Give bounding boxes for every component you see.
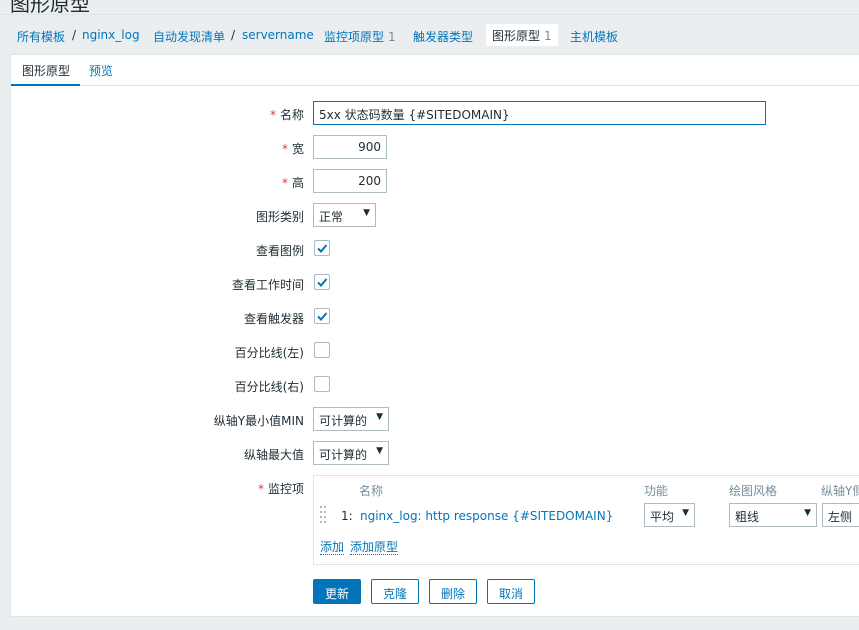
required-mark: * bbox=[257, 482, 264, 496]
show-working-time-row: 查看工作时间 bbox=[11, 271, 859, 297]
graph-type-label: 图形类别 bbox=[255, 210, 304, 224]
breadcrumb-count: 1 bbox=[544, 29, 552, 43]
width-input[interactable]: 900 bbox=[313, 135, 387, 159]
breadcrumb-graph-prototypes-label: 图形原型 bbox=[492, 29, 541, 43]
graph-type-row: 图形类别 正常 ▼ bbox=[11, 203, 859, 229]
item-function-select[interactable]: 平均 ▼ bbox=[644, 503, 695, 527]
chevron-down-icon: ▼ bbox=[682, 508, 689, 518]
height-input[interactable]: 200 bbox=[313, 169, 387, 193]
y-max-select[interactable]: 可计算的 ▼ bbox=[313, 441, 389, 465]
column-header-name: 名称 bbox=[359, 484, 384, 498]
y-min-value: 可计算的 bbox=[319, 414, 368, 428]
form-panel: 图形原型 预览 * 名称 5xx 状态码数量 {#SITEDOMAIN} * 宽 9… bbox=[10, 54, 859, 617]
width-row: * 宽 900 bbox=[11, 135, 859, 161]
height-row: * 高 200 bbox=[11, 169, 859, 195]
breadcrumb-graph-prototypes[interactable]: 图形原型 1 bbox=[486, 24, 558, 46]
check-icon bbox=[317, 244, 328, 253]
percentile-right-checkbox[interactable] bbox=[314, 376, 330, 392]
breadcrumb-host-prototypes[interactable]: 主机模板 bbox=[570, 28, 618, 45]
item-function-value: 平均 bbox=[650, 510, 675, 524]
percentile-left-label: 百分比线(左) bbox=[234, 346, 304, 360]
check-icon bbox=[317, 278, 328, 287]
height-label-text: 高 bbox=[291, 176, 304, 190]
width-label: * 宽 bbox=[282, 140, 304, 157]
item-index: 1: bbox=[341, 509, 353, 523]
add-item-link[interactable]: 添加 bbox=[320, 540, 345, 555]
chevron-down-icon: ▼ bbox=[363, 208, 370, 218]
chevron-down-icon: ▼ bbox=[376, 446, 383, 456]
item-draw-style-value: 粗线 bbox=[735, 510, 760, 524]
required-mark: * bbox=[281, 142, 288, 156]
column-header-draw-style: 绘图风格 bbox=[729, 484, 778, 498]
required-mark: * bbox=[281, 176, 288, 190]
breadcrumb-item-prototypes[interactable]: 监控项原型 1 bbox=[324, 28, 396, 45]
height-label: * 高 bbox=[282, 174, 304, 191]
y-min-row: 纵轴Y最小值MIN 可计算的 ▼ bbox=[11, 407, 859, 433]
breadcrumb-template-name[interactable]: nginx_log bbox=[82, 28, 140, 42]
name-row: * 名称 5xx 状态码数量 {#SITEDOMAIN} bbox=[11, 101, 859, 127]
breadcrumb: 所有模板 / nginx_log 自动发现清单 / servername 监控项… bbox=[0, 14, 859, 54]
item-name-link[interactable]: nginx_log: http response {#SITEDOMAIN} bbox=[360, 509, 613, 523]
percentile-right-label: 百分比线(右) bbox=[234, 380, 304, 394]
y-min-select[interactable]: 可计算的 ▼ bbox=[313, 407, 389, 431]
chevron-down-icon: ▼ bbox=[376, 412, 383, 422]
show-legend-label: 查看图例 bbox=[255, 244, 304, 258]
breadcrumb-all-templates[interactable]: 所有模板 bbox=[17, 28, 65, 45]
y-max-value: 可计算的 bbox=[319, 448, 368, 462]
name-label-text: 名称 bbox=[279, 108, 304, 122]
percentile-right-row: 百分比线(右) bbox=[11, 373, 859, 399]
breadcrumb-separator: / bbox=[231, 28, 236, 42]
show-legend-row: 查看图例 bbox=[11, 237, 859, 263]
show-working-time-label: 查看工作时间 bbox=[231, 278, 304, 292]
show-triggers-label: 查看触发器 bbox=[243, 312, 304, 326]
drag-handle-icon[interactable] bbox=[320, 506, 327, 523]
graph-type-value: 正常 bbox=[319, 210, 344, 224]
y-min-label: 纵轴Y最小值MIN bbox=[213, 414, 304, 428]
width-label-text: 宽 bbox=[291, 142, 304, 156]
y-max-row: 纵轴最大值 可计算的 ▼ bbox=[11, 441, 859, 467]
column-header-y-axis: 纵轴Y侧 bbox=[821, 484, 859, 498]
show-legend-checkbox[interactable] bbox=[314, 240, 330, 256]
item-draw-style-select[interactable]: 粗线 ▼ bbox=[729, 503, 817, 527]
breadcrumb-discovery-rule[interactable]: servername bbox=[242, 28, 314, 42]
show-triggers-row: 查看触发器 bbox=[11, 305, 859, 331]
show-triggers-checkbox[interactable] bbox=[314, 308, 330, 324]
tab-preview[interactable]: 预览 bbox=[89, 62, 113, 79]
show-working-time-checkbox[interactable] bbox=[314, 274, 330, 290]
required-mark: * bbox=[269, 108, 276, 122]
breadcrumb-trigger-prototypes[interactable]: 触发器类型 bbox=[413, 28, 473, 45]
name-input[interactable]: 5xx 状态码数量 {#SITEDOMAIN} bbox=[313, 101, 766, 125]
breadcrumb-item-prototypes-label: 监控项原型 bbox=[324, 30, 385, 44]
item-y-axis-select[interactable]: 左侧 bbox=[822, 503, 859, 527]
percentile-left-row: 百分比线(左) bbox=[11, 339, 859, 365]
column-header-function: 功能 bbox=[644, 484, 669, 498]
y-max-label: 纵轴最大值 bbox=[243, 448, 304, 462]
items-label-text: 监控项 bbox=[267, 482, 304, 496]
items-table: 名称 功能 绘图风格 纵轴Y侧 1: nginx_log: http respo… bbox=[313, 475, 859, 565]
clone-button[interactable]: 克隆 bbox=[371, 579, 419, 604]
tab-bar: 图形原型 预览 bbox=[11, 55, 859, 86]
cancel-button[interactable]: 取消 bbox=[487, 579, 535, 604]
breadcrumb-discovery-list[interactable]: 自动发现清单 bbox=[153, 28, 225, 45]
chevron-down-icon: ▼ bbox=[804, 508, 811, 518]
update-button[interactable]: 更新 bbox=[313, 579, 361, 604]
tab-graph-prototype[interactable]: 图形原型 bbox=[11, 55, 80, 86]
graph-type-select[interactable]: 正常 ▼ bbox=[313, 203, 376, 227]
delete-button[interactable]: 删除 bbox=[429, 579, 477, 604]
percentile-left-checkbox[interactable] bbox=[314, 342, 330, 358]
breadcrumb-count: 1 bbox=[388, 30, 396, 44]
check-icon bbox=[317, 312, 328, 321]
breadcrumb-separator: / bbox=[72, 28, 77, 42]
add-prototype-link[interactable]: 添加原型 bbox=[350, 540, 399, 555]
item-y-axis-value: 左侧 bbox=[828, 510, 853, 524]
items-label: * 监控项 bbox=[258, 480, 304, 497]
name-label: * 名称 bbox=[270, 106, 304, 123]
